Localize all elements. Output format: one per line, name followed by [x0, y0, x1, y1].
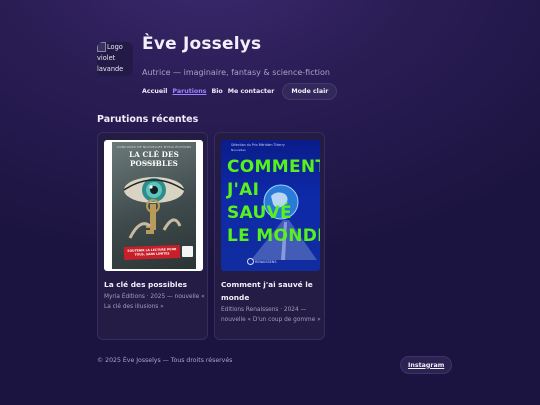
cover-title-line-1: COMMENT [227, 157, 320, 177]
main-nav: Accueil Parutions Bio Me contacter Mode … [142, 83, 338, 100]
book-meta: Editions Renaissens · 2024 — nouvelle « … [221, 307, 321, 323]
book-title[interactable]: La clé des possibles [104, 279, 206, 292]
cover-red-band: SOUTENIR LA LECTURE POUR TOUS, SANS LIMI… [123, 245, 181, 260]
cover-publisher: RENAISSENS [255, 260, 277, 264]
logo-alt-text: Logo violet lavande [97, 43, 124, 73]
cover-top-line: CONCOURS DE NOUVELLES MYRIA ÉDITIONS [117, 145, 192, 149]
instagram-button[interactable]: Instagram [400, 356, 453, 374]
nav-link-contact[interactable]: Me contacter [228, 88, 275, 95]
book-cover-image[interactable]: CONCOURS DE NOUVELLES MYRIA ÉDITIONS LA … [104, 140, 203, 271]
publisher-logo-icon [182, 246, 193, 257]
book-meta: Myria Éditions · 2025 — nouvelle « La cl… [104, 294, 205, 310]
page: Logo violet lavande Ève Josselys Autrice… [97, 0, 453, 405]
section-title: Parutions récentes [97, 114, 199, 125]
book-title[interactable]: Comment j'ai sauvé le monde [221, 279, 323, 304]
nav-link-parutions[interactable]: Parutions [172, 88, 206, 95]
theme-toggle-button[interactable]: Mode clair [282, 83, 338, 100]
eye-key-illustration [123, 177, 185, 239]
cover-title-line-4: LE MONDE [227, 226, 320, 246]
publisher-logo-icon [247, 258, 254, 265]
cover-title: LA CLÉ DES POSSIBLES [129, 150, 179, 168]
cover-band-text: SOUTENIR LA LECTURE POUR TOUS, SANS LIMI… [127, 247, 177, 257]
cover-subtitle: Anthologie [142, 161, 159, 165]
book-card-la-cle-des-possibles[interactable]: CONCOURS DE NOUVELLES MYRIA ÉDITIONS LA … [97, 132, 208, 340]
site-title: Ève Josselys [142, 34, 262, 54]
book-card-comment-jai-sauve-le-monde[interactable]: Sélection du Prix Méridien Thierry Nouve… [214, 132, 325, 340]
cover-title-line-3: SAUVÉ [227, 203, 292, 223]
cover-title-line-2: J'AI [227, 180, 260, 200]
nav-link-bio[interactable]: Bio [211, 88, 222, 95]
footer-copyright: © 2025 Ève Josselys — Tous droits réserv… [97, 357, 233, 364]
book-cover-image[interactable]: Sélection du Prix Méridien Thierry Nouve… [221, 140, 320, 271]
site-tagline: Autrice — imaginaire, fantasy & science-… [142, 68, 330, 77]
nav-link-accueil[interactable]: Accueil [142, 88, 167, 95]
book-cover-art: CONCOURS DE NOUVELLES MYRIA ÉDITIONS LA … [112, 142, 196, 269]
site-logo[interactable]: Logo violet lavande [97, 42, 133, 76]
